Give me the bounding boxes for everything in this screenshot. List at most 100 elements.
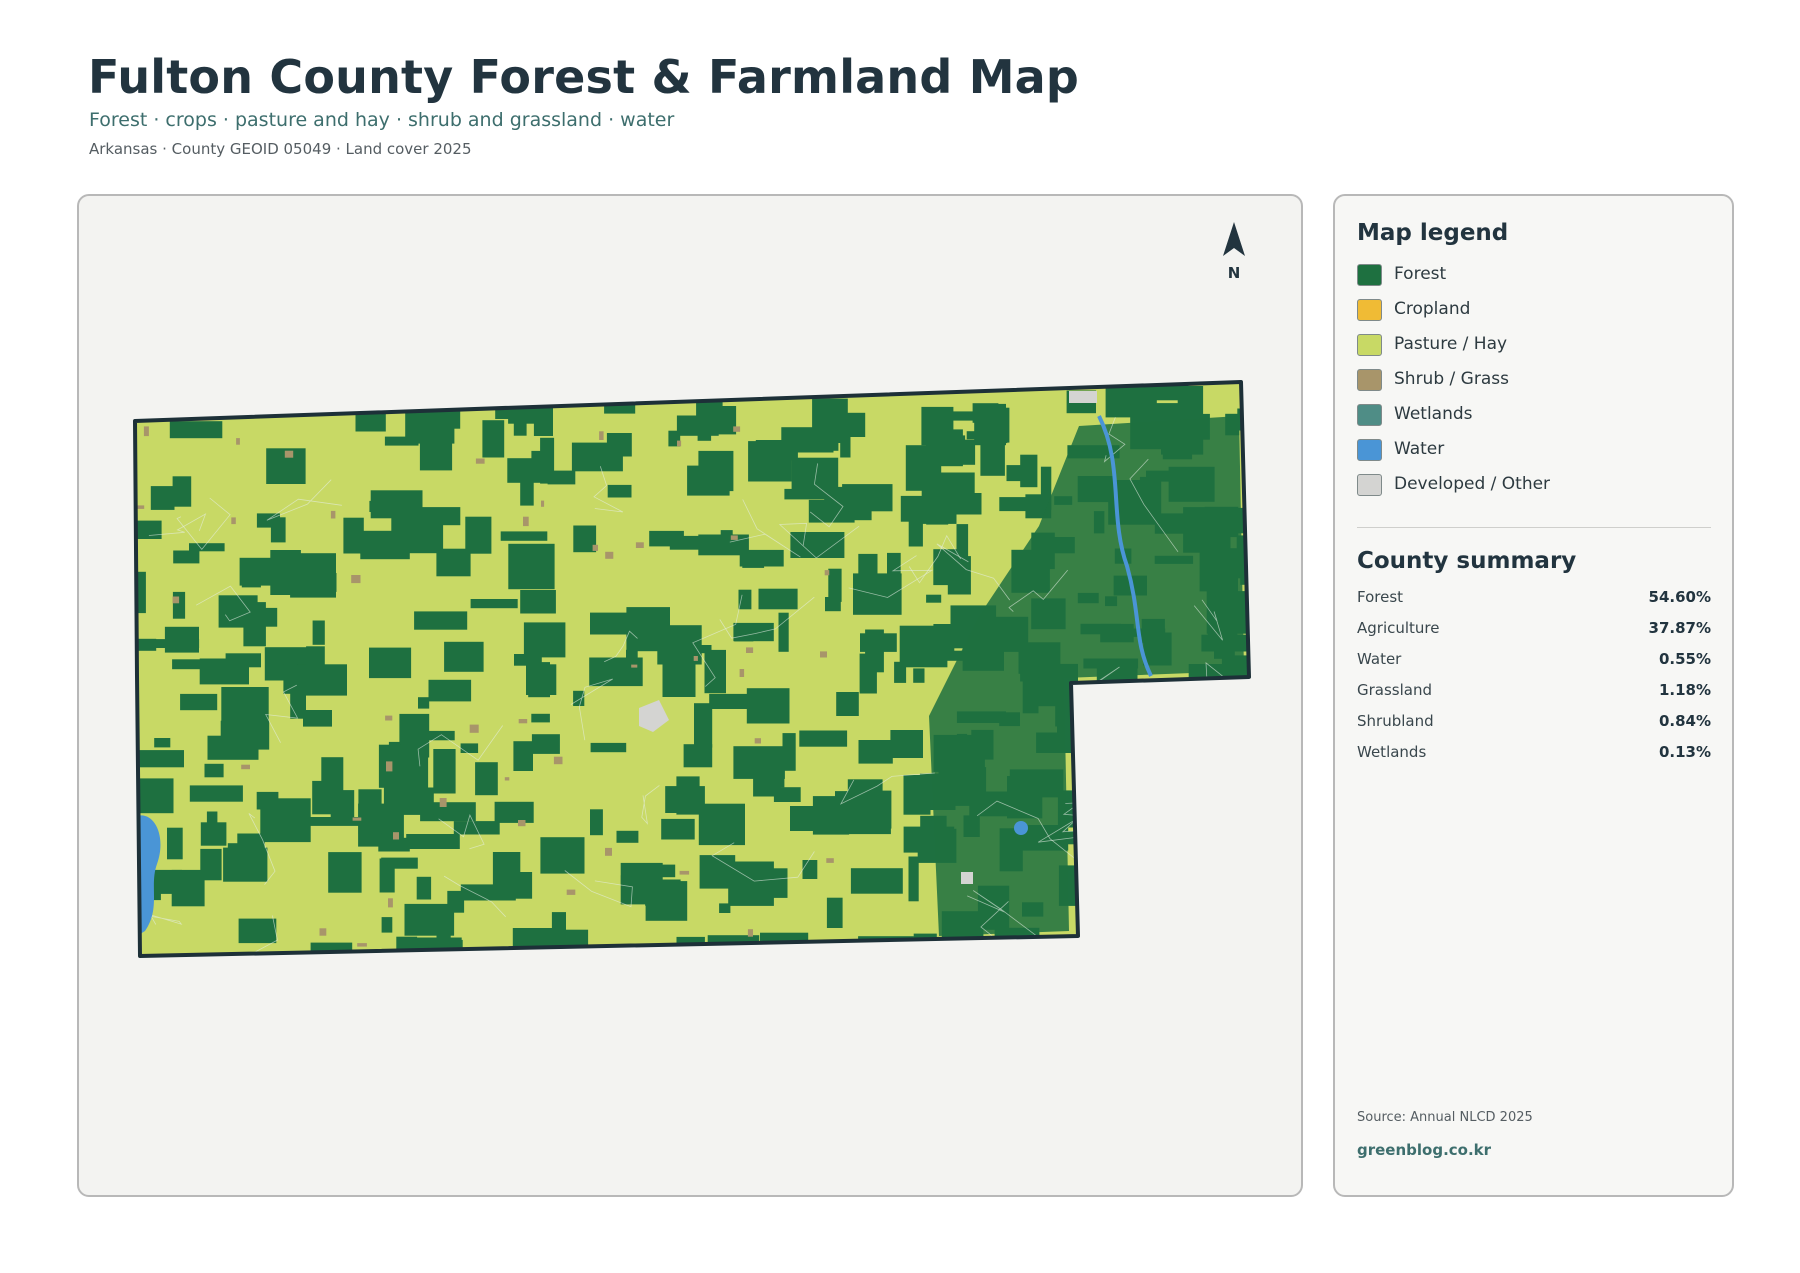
forest-patch (135, 520, 162, 539)
legend-item-forest: Forest (1357, 264, 1712, 299)
forest-patch (590, 742, 627, 753)
forest-patch (799, 730, 848, 747)
forest-patch (676, 776, 700, 815)
legend-label: Cropland (1394, 299, 1471, 319)
county-map[interactable] (79, 196, 1301, 1195)
forest-patch (328, 852, 362, 893)
forest-patch (172, 659, 203, 670)
forest-patch (419, 730, 455, 741)
legend-label: Pasture / Hay (1394, 334, 1508, 354)
forest-patch (1088, 841, 1141, 866)
forest-patch (699, 855, 736, 889)
forest-patch (172, 476, 192, 507)
summary-value: 37.87% (1648, 619, 1711, 637)
shrub-patch (385, 715, 393, 721)
forest-patch (490, 951, 504, 956)
forest-patch (812, 814, 828, 823)
forest-patch (1251, 586, 1293, 599)
forest-patch (526, 664, 557, 695)
forest-patch (704, 649, 726, 694)
forest-patch (256, 791, 279, 810)
forest-patch (1252, 664, 1298, 689)
forest-patch (739, 549, 784, 567)
forest-patch (204, 763, 224, 778)
summary-value: 0.13% (1658, 743, 1711, 761)
legend-swatch (1357, 439, 1382, 461)
summary-row-grassland: Grassland 1.18% (1357, 681, 1711, 712)
forest-patch (1232, 692, 1249, 736)
forest-patch (1245, 946, 1249, 956)
legend-swatch (1357, 369, 1382, 391)
road-line (1142, 840, 1188, 884)
summary-name: Wetlands (1357, 743, 1427, 761)
forest-patch (1127, 841, 1160, 879)
forest-patch (850, 868, 903, 894)
legend-swatch (1357, 404, 1382, 426)
forest-patch (616, 830, 639, 843)
forest-patch (169, 421, 223, 439)
summary-value: 0.84% (1658, 712, 1711, 730)
forest-patch (733, 746, 785, 779)
north-arrow: N (1214, 222, 1254, 282)
forest-patch (150, 486, 175, 510)
forest-patch (1134, 382, 1189, 401)
shrub-patch (739, 669, 745, 677)
forest-patch (1158, 856, 1181, 872)
legend-divider (1357, 527, 1711, 528)
forest-patch (1144, 762, 1183, 772)
forest-patch (1243, 530, 1249, 553)
forest-patch (1081, 696, 1121, 733)
forest-patch (1161, 952, 1172, 956)
forest-patch (225, 653, 261, 668)
shrub-patch (172, 596, 180, 604)
shrub-patch (352, 817, 362, 821)
summary-value: 0.55% (1658, 650, 1711, 668)
summary-name: Shrubland (1357, 712, 1434, 730)
forest-patch (369, 500, 394, 512)
summary-row-forest: Forest 54.60% (1357, 588, 1711, 619)
forest-patch (1103, 918, 1158, 947)
map-panel[interactable] (77, 194, 1303, 1197)
forest-patch (294, 959, 304, 1004)
shrub-patch (566, 889, 576, 895)
shrub-patch (730, 535, 738, 540)
forest-patch (1092, 799, 1125, 810)
shrub-patch (504, 777, 510, 781)
brand-link[interactable]: greenblog.co.kr (1357, 1141, 1491, 1159)
forest-patch (189, 785, 243, 802)
forest-patch (858, 740, 893, 764)
forest-patch (447, 890, 465, 913)
shrub-patch (605, 847, 612, 856)
shrub-patch (393, 832, 399, 840)
forest-patch (540, 837, 585, 874)
forest-patch (972, 403, 999, 423)
forest-patch (482, 420, 505, 458)
forest-patch (1205, 666, 1221, 709)
forest-patch (1134, 753, 1166, 779)
forest-patch (1090, 744, 1129, 785)
forest-patch (383, 787, 434, 815)
forest-patch (475, 762, 498, 796)
legend-panel: Map legend Forest Cropland Pasture / Hay… (1333, 194, 1734, 1197)
forest-patch (243, 602, 266, 647)
pond-water (1014, 821, 1028, 835)
forest-patch (416, 876, 432, 900)
forest-patch (270, 550, 301, 595)
forest-patch (164, 626, 199, 653)
forest-patch (1202, 732, 1232, 778)
legend-swatch (1357, 474, 1382, 496)
shrub-patch (679, 870, 690, 875)
legend-item-developed-other: Developed / Other (1357, 474, 1712, 509)
forest-patch (1200, 763, 1223, 777)
forest-patch (1127, 922, 1150, 931)
shrub-patch (826, 858, 834, 863)
forest-patch (890, 730, 923, 758)
forest-patch (531, 713, 550, 723)
forest-patch (436, 934, 451, 956)
legend-swatch (1357, 264, 1382, 286)
summary-row-water: Water 0.55% (1357, 650, 1711, 681)
forest-patch (662, 663, 696, 697)
forest-patch (1225, 691, 1248, 714)
forest-patch (200, 822, 227, 846)
shrub-patch (351, 575, 361, 584)
